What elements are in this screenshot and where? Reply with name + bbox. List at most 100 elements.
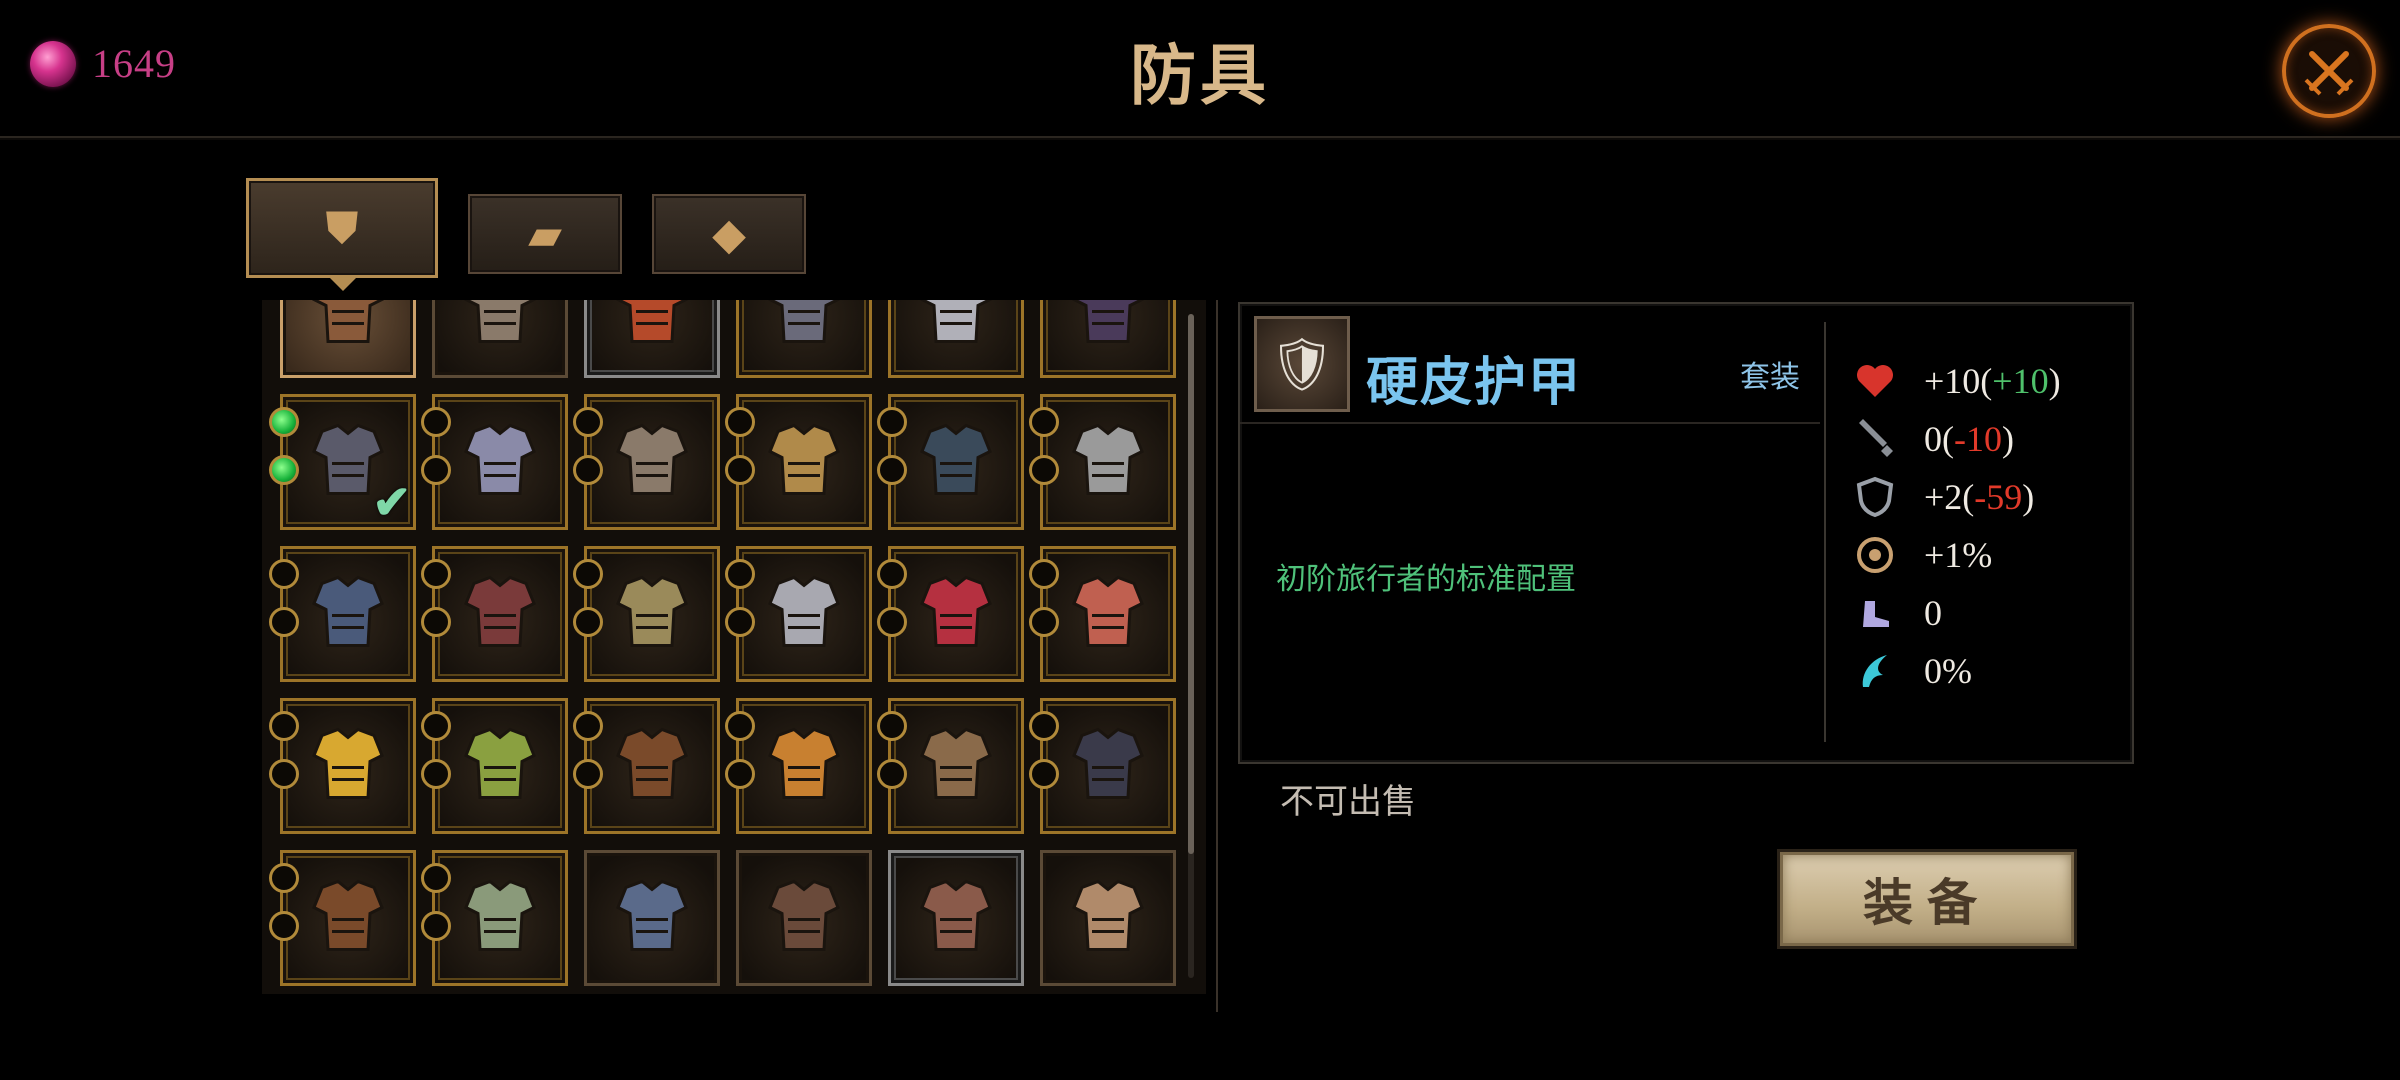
equipped-check-icon: ✔ (372, 475, 411, 529)
chest-armor-icon (910, 300, 1002, 364)
claw-icon (1850, 646, 1900, 696)
inventory-slot[interactable] (421, 850, 568, 986)
inventory-panel: ✔ (262, 300, 1206, 994)
gem-socket (269, 863, 299, 893)
inventory-slot[interactable] (573, 546, 720, 682)
chest-armor-icon (302, 565, 394, 668)
gem-socket (725, 607, 755, 637)
inventory-slot[interactable] (725, 698, 872, 834)
chest-armor-icon (606, 869, 698, 972)
inventory-slot[interactable] (584, 850, 720, 986)
tab-armor[interactable]: ⛊ (246, 178, 438, 291)
inventory-slot[interactable] (888, 850, 1024, 986)
gem-socket (421, 455, 451, 485)
inventory-slot[interactable] (1029, 394, 1176, 530)
tab-crystal[interactable]: ◆ (652, 194, 806, 274)
inventory-slot[interactable] (736, 300, 872, 378)
scrollbar-thumb[interactable] (1188, 314, 1194, 854)
inventory-slot[interactable] (269, 850, 416, 986)
gem-socket (1029, 559, 1059, 589)
stat-value: 0(-10) (1924, 419, 2014, 459)
item-detail-panel: 🛡 硬皮护甲 套装 初阶旅行者的标准配置 +10(+10) 0(-10) +2(-5… (1238, 302, 2134, 764)
inventory-slot[interactable]: ✔ (269, 394, 416, 530)
gem-socket (269, 711, 299, 741)
inventory-slot[interactable] (736, 850, 872, 986)
stat-value: 0% (1924, 651, 1972, 691)
chest-armor-icon (1062, 717, 1154, 820)
inventory-slot[interactable] (269, 546, 416, 682)
panel-divider (1216, 300, 1218, 1012)
gem-socket (421, 863, 451, 893)
gem-socket (421, 559, 451, 589)
inventory-slot[interactable] (573, 698, 720, 834)
stat-value: 0 (1924, 593, 1942, 633)
gem-socket (1029, 407, 1059, 437)
inventory-slot[interactable] (888, 300, 1024, 378)
gem-socket (269, 407, 299, 437)
shield-icon (1850, 472, 1900, 522)
inventory-slot[interactable] (877, 394, 1024, 530)
gem-socket (269, 911, 299, 941)
inventory-slot[interactable] (725, 394, 872, 530)
gem-socket (573, 559, 603, 589)
gem-socket (269, 455, 299, 485)
chest-armor-icon (454, 565, 546, 668)
page-title: 防具 (1130, 36, 1270, 114)
gem-socket (269, 759, 299, 789)
gem-socket (421, 407, 451, 437)
chest-armor-icon (758, 869, 850, 972)
gem-socket (421, 911, 451, 941)
item-description: 初阶旅行者的标准配置 (1276, 562, 1576, 597)
chest-armor-icon (606, 565, 698, 668)
chest-armor-icon (302, 869, 394, 972)
chest-armor-icon (910, 565, 1002, 668)
stat-value: +1% (1924, 535, 1993, 575)
chest-armor-icon (454, 300, 546, 364)
gem-socket (573, 759, 603, 789)
gem-socket (269, 607, 299, 637)
inventory-slot[interactable] (421, 394, 568, 530)
equip-button[interactable]: 装备 (1780, 852, 2074, 946)
inventory-slot[interactable] (725, 546, 872, 682)
inventory-slot[interactable] (1040, 850, 1176, 986)
gem-socket (1029, 711, 1059, 741)
tab-ingot[interactable]: ▰ (468, 194, 622, 274)
chest-armor-icon (758, 413, 850, 516)
inventory-slot[interactable] (421, 698, 568, 834)
gem-socket (1029, 455, 1059, 485)
close-button[interactable] (2282, 24, 2376, 118)
chest-armor-icon (606, 717, 698, 820)
chest-armor-icon (758, 717, 850, 820)
inventory-slot[interactable] (432, 300, 568, 378)
gem-socket (877, 559, 907, 589)
chest-armor-icon (1062, 869, 1154, 972)
stat-row: +2(-59) (1850, 472, 2034, 522)
chest-armor-icon (454, 717, 546, 820)
gem-socket (725, 455, 755, 485)
stat-delta: -10 (1954, 419, 2002, 459)
inventory-scrollbar[interactable] (1188, 314, 1194, 978)
inventory-slot[interactable] (1029, 698, 1176, 834)
inventory-slot[interactable] (421, 546, 568, 682)
gem-socket (573, 455, 603, 485)
inventory-slot[interactable] (280, 300, 416, 378)
gem-socket (725, 407, 755, 437)
inventory-slot[interactable] (877, 546, 1024, 682)
inventory-slot[interactable] (1029, 546, 1176, 682)
gem-socket (877, 711, 907, 741)
chest-armor-icon (302, 300, 394, 364)
inventory-slot[interactable] (584, 300, 720, 378)
heart-icon (1850, 356, 1900, 406)
gem-socket (573, 711, 603, 741)
inventory-slot[interactable] (573, 394, 720, 530)
inventory-slot[interactable] (877, 698, 1024, 834)
inventory-grid: ✔ (269, 300, 1176, 986)
gem-socket (573, 407, 603, 437)
chest-armor-icon (1062, 413, 1154, 516)
inventory-slot[interactable] (269, 698, 416, 834)
stat-row: +10(+10) (1850, 356, 2061, 406)
chest-armor-icon (606, 300, 698, 364)
gem-socket (725, 711, 755, 741)
set-label[interactable]: 套装 (1740, 352, 1800, 396)
inventory-slot[interactable] (1040, 300, 1176, 378)
